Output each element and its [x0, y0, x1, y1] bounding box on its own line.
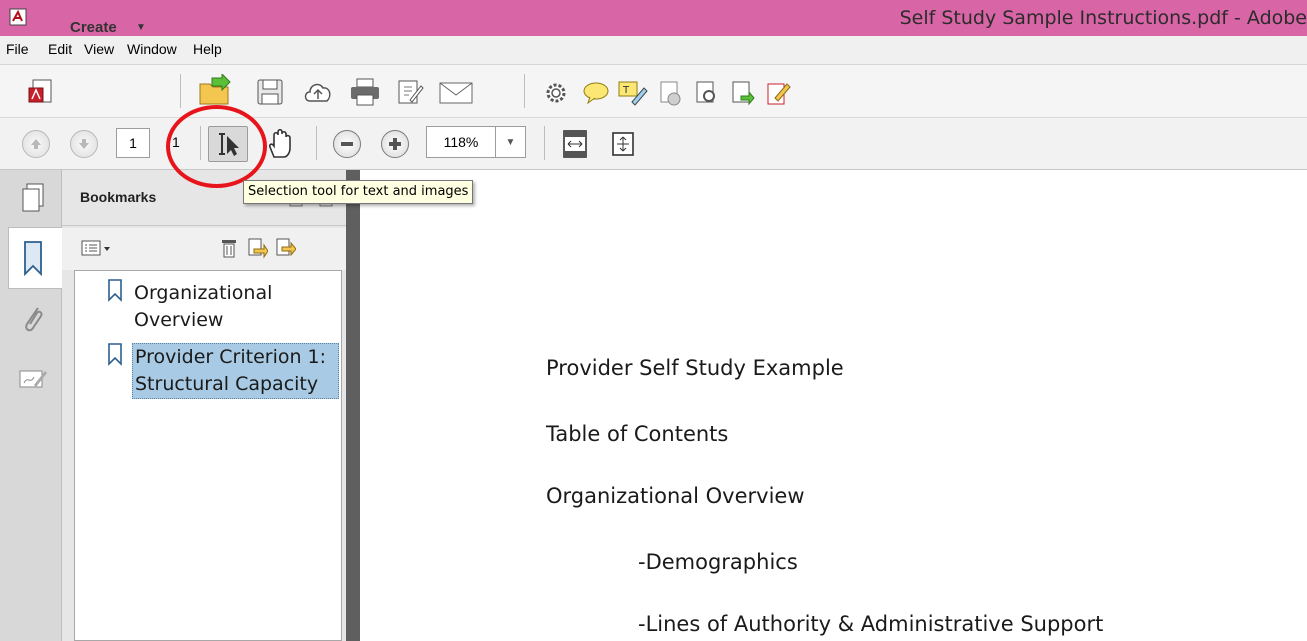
save-icon[interactable] — [254, 76, 286, 108]
toolbar-divider — [524, 74, 525, 108]
bookmark-ribbon-icon — [108, 279, 122, 302]
export-icon[interactable] — [762, 78, 794, 108]
full-screen-icon[interactable] — [606, 126, 640, 162]
bookmark-label-line: Provider Criterion 1: — [135, 346, 327, 368]
zoom-out-icon[interactable] — [333, 130, 361, 158]
svg-text:T: T — [622, 85, 630, 96]
bookmark-label-line: Overview — [134, 309, 224, 331]
zoom-input[interactable]: 118% — [426, 126, 496, 158]
menu-edit[interactable]: Edit — [48, 41, 72, 57]
bookmark-options-icon[interactable] — [80, 237, 114, 259]
bookmark-label-provider-criterion[interactable]: Provider Criterion 1: Structural Capacit… — [132, 343, 339, 399]
tooltip: Selection tool for text and images — [243, 180, 474, 204]
delete-bookmark-icon[interactable] — [218, 236, 240, 260]
create-dropdown-icon[interactable]: ▼ — [136, 22, 146, 33]
toolbar-divider — [316, 126, 317, 160]
sign-icon[interactable] — [654, 78, 686, 108]
menu-help[interactable]: Help — [193, 41, 222, 57]
create-button[interactable]: Create — [70, 19, 117, 36]
signatures-icon[interactable] — [16, 364, 50, 394]
expand-bookmark-icon[interactable] — [273, 236, 297, 260]
doc-section-heading: Organizational Overview — [546, 484, 805, 508]
panel-splitter[interactable] — [346, 170, 360, 641]
cloud-upload-icon[interactable] — [300, 76, 336, 108]
doc-subsection: -Demographics — [638, 550, 798, 574]
bookmark-label-line: Structural Capacity — [135, 373, 319, 395]
page-number-input[interactable]: 1 — [116, 128, 150, 158]
comment-icon[interactable] — [580, 78, 612, 108]
acrobat-app-icon[interactable] — [9, 8, 27, 26]
next-page-icon[interactable] — [70, 130, 98, 158]
edit-icon[interactable] — [392, 76, 428, 108]
bookmarks-panel-title: Bookmarks — [80, 189, 157, 205]
stamp-icon[interactable] — [690, 78, 722, 108]
highlight-icon[interactable]: T — [616, 78, 650, 108]
print-icon[interactable] — [345, 76, 385, 108]
search-doc-icon[interactable] — [726, 78, 758, 108]
hand-tool-icon[interactable] — [262, 126, 298, 162]
menu-bar: File Edit View Window Help — [0, 36, 1307, 64]
zoom-in-icon[interactable] — [381, 130, 409, 158]
doc-title: Provider Self Study Example — [546, 356, 844, 380]
toolbar-divider — [544, 126, 545, 160]
bookmark-item-organizational-overview[interactable] — [106, 276, 124, 302]
menu-window[interactable]: Window — [127, 41, 177, 57]
document-page: Provider Self Study Example Table of Con… — [360, 170, 1307, 641]
highlight-circle — [166, 105, 267, 188]
doc-toc-heading: Table of Contents — [546, 422, 729, 446]
toolbar-divider — [180, 74, 181, 108]
previous-page-icon[interactable] — [22, 130, 50, 158]
email-icon[interactable] — [436, 78, 476, 108]
bookmark-icon — [16, 238, 50, 278]
create-pdf-icon[interactable] — [22, 78, 62, 108]
bookmark-label-line: Organizational — [134, 282, 273, 304]
bookmark-item-provider-criterion[interactable] — [106, 340, 124, 366]
zoom-dropdown-icon[interactable]: ▼ — [496, 126, 526, 158]
attachment-icon[interactable] — [16, 300, 48, 340]
fit-page-icon[interactable] — [558, 126, 592, 162]
menu-view[interactable]: View — [84, 41, 114, 57]
doc-subsection: -Lines of Authority & Administrative Sup… — [638, 612, 1104, 636]
new-bookmark-icon[interactable] — [245, 236, 269, 260]
menu-file[interactable]: File — [6, 41, 29, 57]
title-bar: Self Study Sample Instructions.pdf - Ado… — [0, 0, 1307, 36]
bookmark-ribbon-icon — [108, 343, 122, 366]
window-title: Self Study Sample Instructions.pdf - Ado… — [899, 7, 1307, 29]
bookmark-label-organizational-overview[interactable]: Organizational Overview — [134, 280, 272, 334]
gear-icon[interactable] — [540, 78, 572, 108]
page-thumbnails-icon[interactable] — [18, 180, 48, 216]
